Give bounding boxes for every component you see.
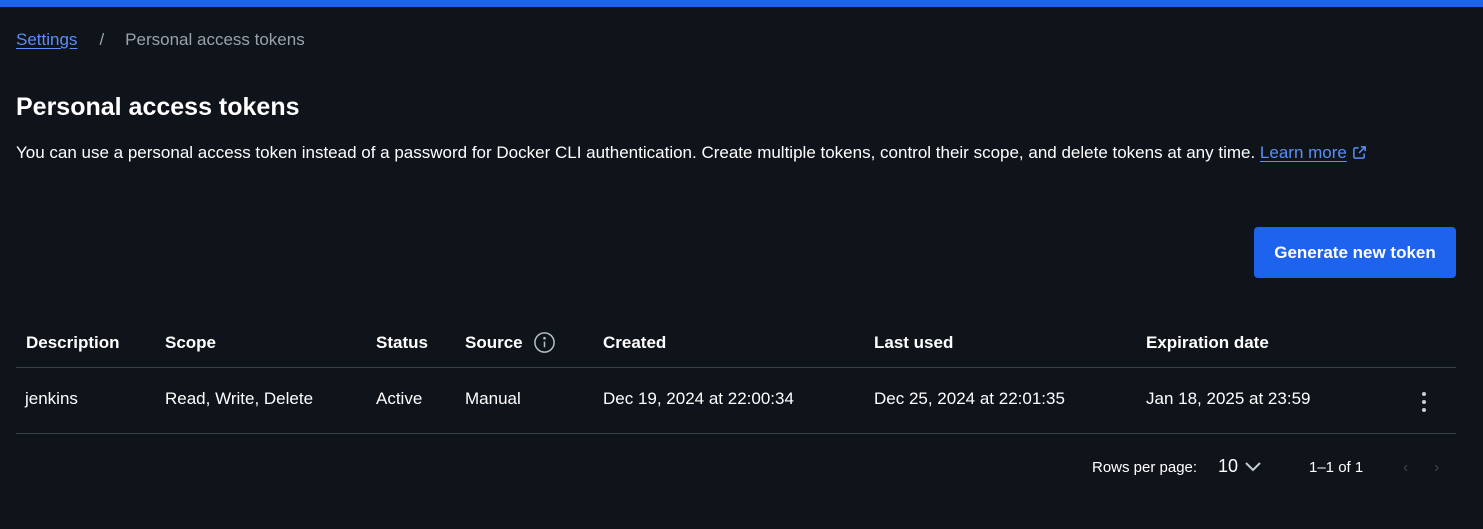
cell-created: Dec 19, 2024 at 22:00:34	[603, 389, 794, 408]
learn-more-label: Learn more	[1259, 143, 1347, 162]
header-description[interactable]: Description	[26, 333, 120, 353]
rows-per-page-value: 10	[1218, 456, 1239, 476]
next-page-button[interactable]: ›	[1434, 459, 1439, 477]
description-text: You can use a personal access token inst…	[16, 143, 1260, 162]
header-created[interactable]: Created	[603, 333, 666, 353]
rows-per-page-label: Rows per page:	[1092, 459, 1198, 476]
chevron-down-icon	[1245, 461, 1261, 471]
page-title: Personal access tokens	[16, 93, 300, 121]
cell-scope: Read, Write, Delete	[165, 389, 314, 408]
learn-more-link[interactable]: Learn more	[1260, 143, 1367, 162]
header-last-used[interactable]: Last used	[874, 333, 953, 353]
breadcrumb: Settings / Personal access tokens	[16, 30, 305, 50]
rows-per-page-select[interactable]: 10	[1218, 456, 1262, 477]
info-icon[interactable]	[533, 331, 556, 359]
more-vert-icon[interactable]	[1414, 390, 1434, 414]
page-description: You can use a personal access token inst…	[16, 140, 1436, 167]
top-accent-bar	[0, 0, 1483, 7]
cell-source: Manual	[465, 389, 521, 408]
table-row: jenkins Read, Write, Delete Active Manua…	[16, 368, 1456, 434]
pagination: Rows per page: 10 1–1 of 1 ‹ ›	[0, 455, 1483, 479]
generate-new-token-button[interactable]: Generate new token	[1254, 227, 1456, 278]
pagination-range: 1–1 of 1	[1309, 459, 1364, 476]
header-expiration-date[interactable]: Expiration date	[1146, 333, 1269, 353]
breadcrumb-current: Personal access tokens	[125, 30, 305, 49]
header-status[interactable]: Status	[376, 333, 428, 353]
table-header-row: Description Scope Status Source Created …	[16, 318, 1456, 368]
cell-status: Active	[376, 389, 423, 408]
external-link-icon	[1352, 142, 1367, 167]
tokens-table: Description Scope Status Source Created …	[16, 318, 1456, 434]
cell-expiration-date: Jan 18, 2025 at 23:59	[1146, 389, 1311, 408]
cell-last-used: Dec 25, 2024 at 22:01:35	[874, 389, 1065, 408]
header-source[interactable]: Source	[465, 333, 523, 353]
previous-page-button[interactable]: ‹	[1403, 459, 1408, 477]
breadcrumb-separator: /	[99, 30, 105, 49]
header-scope[interactable]: Scope	[165, 333, 216, 353]
breadcrumb-settings-link[interactable]: Settings	[16, 30, 77, 50]
cell-description: jenkins	[25, 389, 78, 408]
